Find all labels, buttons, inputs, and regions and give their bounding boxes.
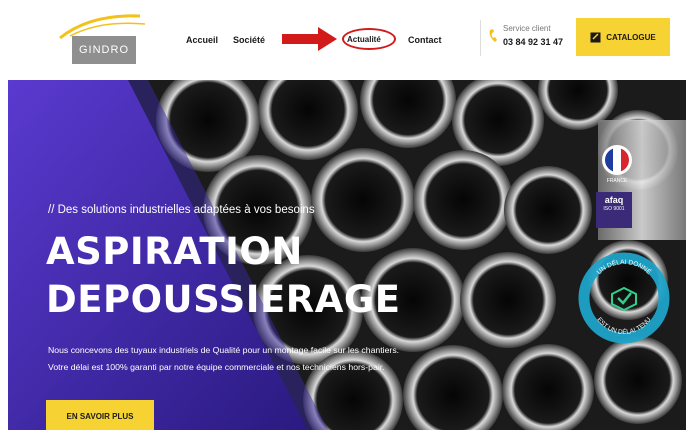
- red-arrow-annotation-icon: [282, 27, 337, 51]
- afaq-title: afaq: [604, 195, 624, 205]
- hero-description-line2: Votre délai est 100% garanti par notre é…: [48, 362, 385, 372]
- france-badge-label: FRANCE: [607, 178, 628, 184]
- service-client-label: Service client: [503, 24, 551, 33]
- hero-description: Nous concevons des tuyaux industriels de…: [48, 342, 399, 376]
- catalogue-label: CATALOGUE: [606, 32, 656, 42]
- catalogue-button[interactable]: CATALOGUE: [576, 18, 670, 56]
- catalogue-icon: [590, 32, 601, 42]
- nav-contact[interactable]: Contact: [408, 35, 442, 45]
- france-badge: FRANCE: [602, 145, 632, 184]
- hero-title-line2: DEPOUSSIERAGE: [46, 278, 401, 321]
- nav-societe[interactable]: Société: [233, 35, 265, 45]
- phone-icon: [489, 29, 497, 42]
- afaq-badge: afaq ISO 9001: [596, 192, 632, 228]
- logo-text: GINDRO: [72, 36, 136, 64]
- delai-badge: UN DÉLAI DONNÉ EST UN DÉLAI TENU: [578, 252, 670, 344]
- en-savoir-plus-button[interactable]: EN SAVOIR PLUS: [46, 400, 154, 430]
- page: GINDRO Accueil Société Actualité Contact…: [0, 0, 686, 430]
- brand-logo[interactable]: GINDRO: [50, 6, 150, 66]
- hero-description-line1: Nous concevons des tuyaux industriels de…: [48, 345, 400, 355]
- header-divider: [480, 20, 481, 56]
- afaq-subtitle: ISO 9001: [603, 206, 625, 212]
- nav-actualite[interactable]: Actualité: [347, 35, 381, 44]
- site-header: GINDRO Accueil Société Actualité Contact…: [0, 0, 686, 80]
- hero-tagline: // Des solutions industrielles adaptées …: [48, 204, 315, 216]
- hero-title-line1: ASPIRATION: [46, 230, 303, 273]
- nav-accueil[interactable]: Accueil: [186, 35, 218, 45]
- hero-banner: // Des solutions industrielles adaptées …: [8, 80, 686, 430]
- service-client-phone[interactable]: 03 84 92 31 47: [503, 37, 563, 47]
